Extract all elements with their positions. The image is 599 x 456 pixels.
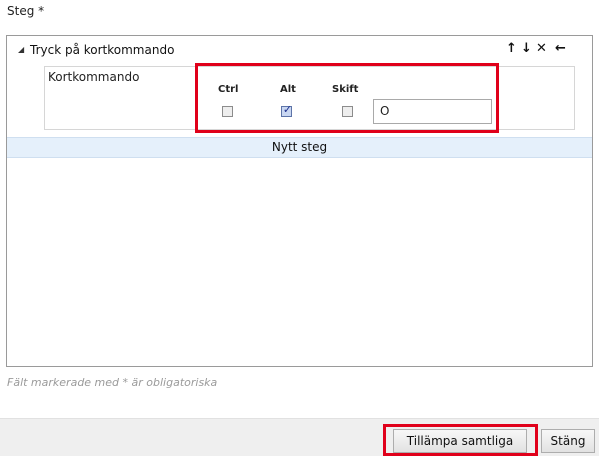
shortcut-label: Kortkommando	[48, 70, 140, 84]
delete-step-icon[interactable]: ✕	[536, 41, 547, 56]
required-hint: Fält markerade med * är obligatoriska	[7, 376, 218, 389]
step-title: Tryck på kortkommando	[30, 43, 175, 57]
collapse-arrow-icon[interactable]: ←	[555, 41, 566, 56]
collapse-triangle-icon[interactable]: ◢	[18, 45, 24, 54]
highlight-frame	[195, 63, 499, 133]
new-step-button[interactable]: Nytt steg	[7, 137, 592, 158]
move-up-icon[interactable]: ↑	[506, 41, 517, 56]
steps-label: Steg *	[7, 4, 45, 18]
highlight-frame-buttons	[383, 424, 538, 456]
move-down-icon[interactable]: ↓	[521, 41, 532, 56]
close-button[interactable]: Stäng	[541, 429, 595, 453]
